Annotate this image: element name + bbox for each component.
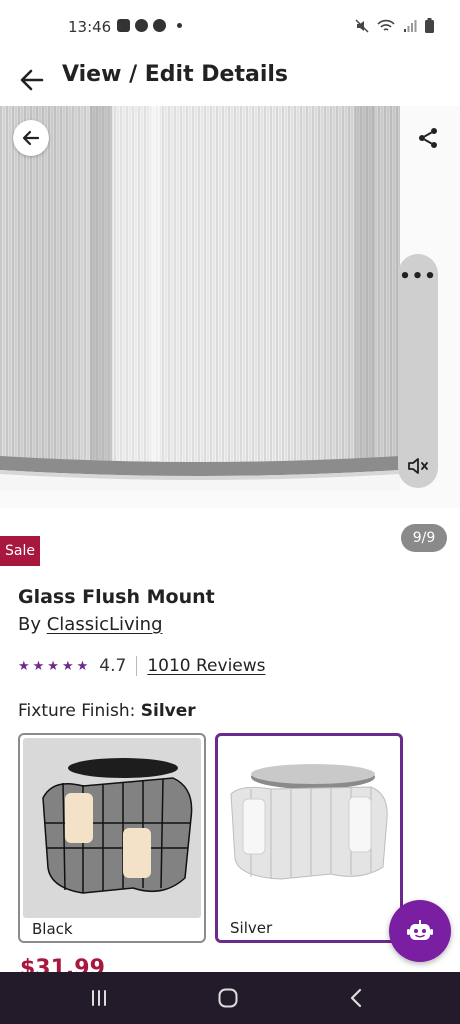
back-arrow-icon[interactable] xyxy=(16,64,48,96)
signal-icon xyxy=(404,19,417,32)
app-header: View / Edit Details xyxy=(0,56,460,104)
status-left-icons xyxy=(117,19,182,32)
rating-divider xyxy=(136,656,138,676)
robot-icon xyxy=(407,920,433,940)
product-hero-image xyxy=(0,106,400,491)
system-nav-bar xyxy=(0,972,460,1024)
sale-badge: Sale xyxy=(0,536,40,566)
mute-icon xyxy=(355,18,369,33)
black-fixture-image xyxy=(23,738,201,918)
gallery-back-button[interactable] xyxy=(13,120,49,156)
finish-option-silver[interactable]: Silver xyxy=(215,733,403,943)
wifi-icon xyxy=(377,19,395,31)
product-title: Glass Flush Mount xyxy=(18,586,215,608)
back-arrow-icon xyxy=(22,130,40,146)
finish-label-text: Fixture Finish: xyxy=(18,701,141,721)
dot-icon xyxy=(177,23,182,28)
rating-value: 4.7 xyxy=(99,656,127,676)
status-bar: 13:46 xyxy=(0,0,460,56)
system-back-icon[interactable] xyxy=(345,986,369,1010)
star-rating-icon: ★★★★★ xyxy=(18,658,92,674)
silver-fixture-image xyxy=(221,739,399,919)
finish-option-label: Black xyxy=(32,920,73,938)
by-prefix: By xyxy=(18,614,47,635)
whatsapp-icon xyxy=(153,19,166,32)
video-controls-pill[interactable]: ••• xyxy=(398,254,438,488)
finish-option-label: Silver xyxy=(230,919,273,937)
finish-selected-value: Silver xyxy=(140,701,196,721)
rating-row: ★★★★★ 4.7 1010 Reviews xyxy=(18,654,266,678)
fixture-finish-label: Fixture Finish: Silver xyxy=(18,701,196,721)
battery-icon xyxy=(425,18,434,33)
home-icon[interactable] xyxy=(216,986,240,1010)
reviews-link[interactable]: 1010 Reviews xyxy=(147,656,265,676)
product-image-gallery[interactable]: ••• xyxy=(0,106,460,508)
gallery-icon xyxy=(117,19,130,32)
volume-muted-icon[interactable] xyxy=(406,454,430,478)
image-counter: 9/9 xyxy=(401,524,447,552)
finish-option-black[interactable]: Black xyxy=(18,733,206,943)
brand-line: By ClassicLiving xyxy=(18,614,163,635)
assistant-chat-button[interactable] xyxy=(389,900,451,962)
brand-link[interactable]: ClassicLiving xyxy=(47,614,163,635)
camera-icon xyxy=(135,19,148,32)
price-peek: $31.99 xyxy=(20,958,105,972)
status-right-icons xyxy=(355,18,434,33)
page-title: View / Edit Details xyxy=(62,62,288,87)
more-options-icon[interactable]: ••• xyxy=(398,266,438,287)
recent-apps-icon[interactable] xyxy=(87,986,111,1010)
status-time: 13:46 xyxy=(68,18,112,36)
share-icon[interactable] xyxy=(416,126,440,150)
